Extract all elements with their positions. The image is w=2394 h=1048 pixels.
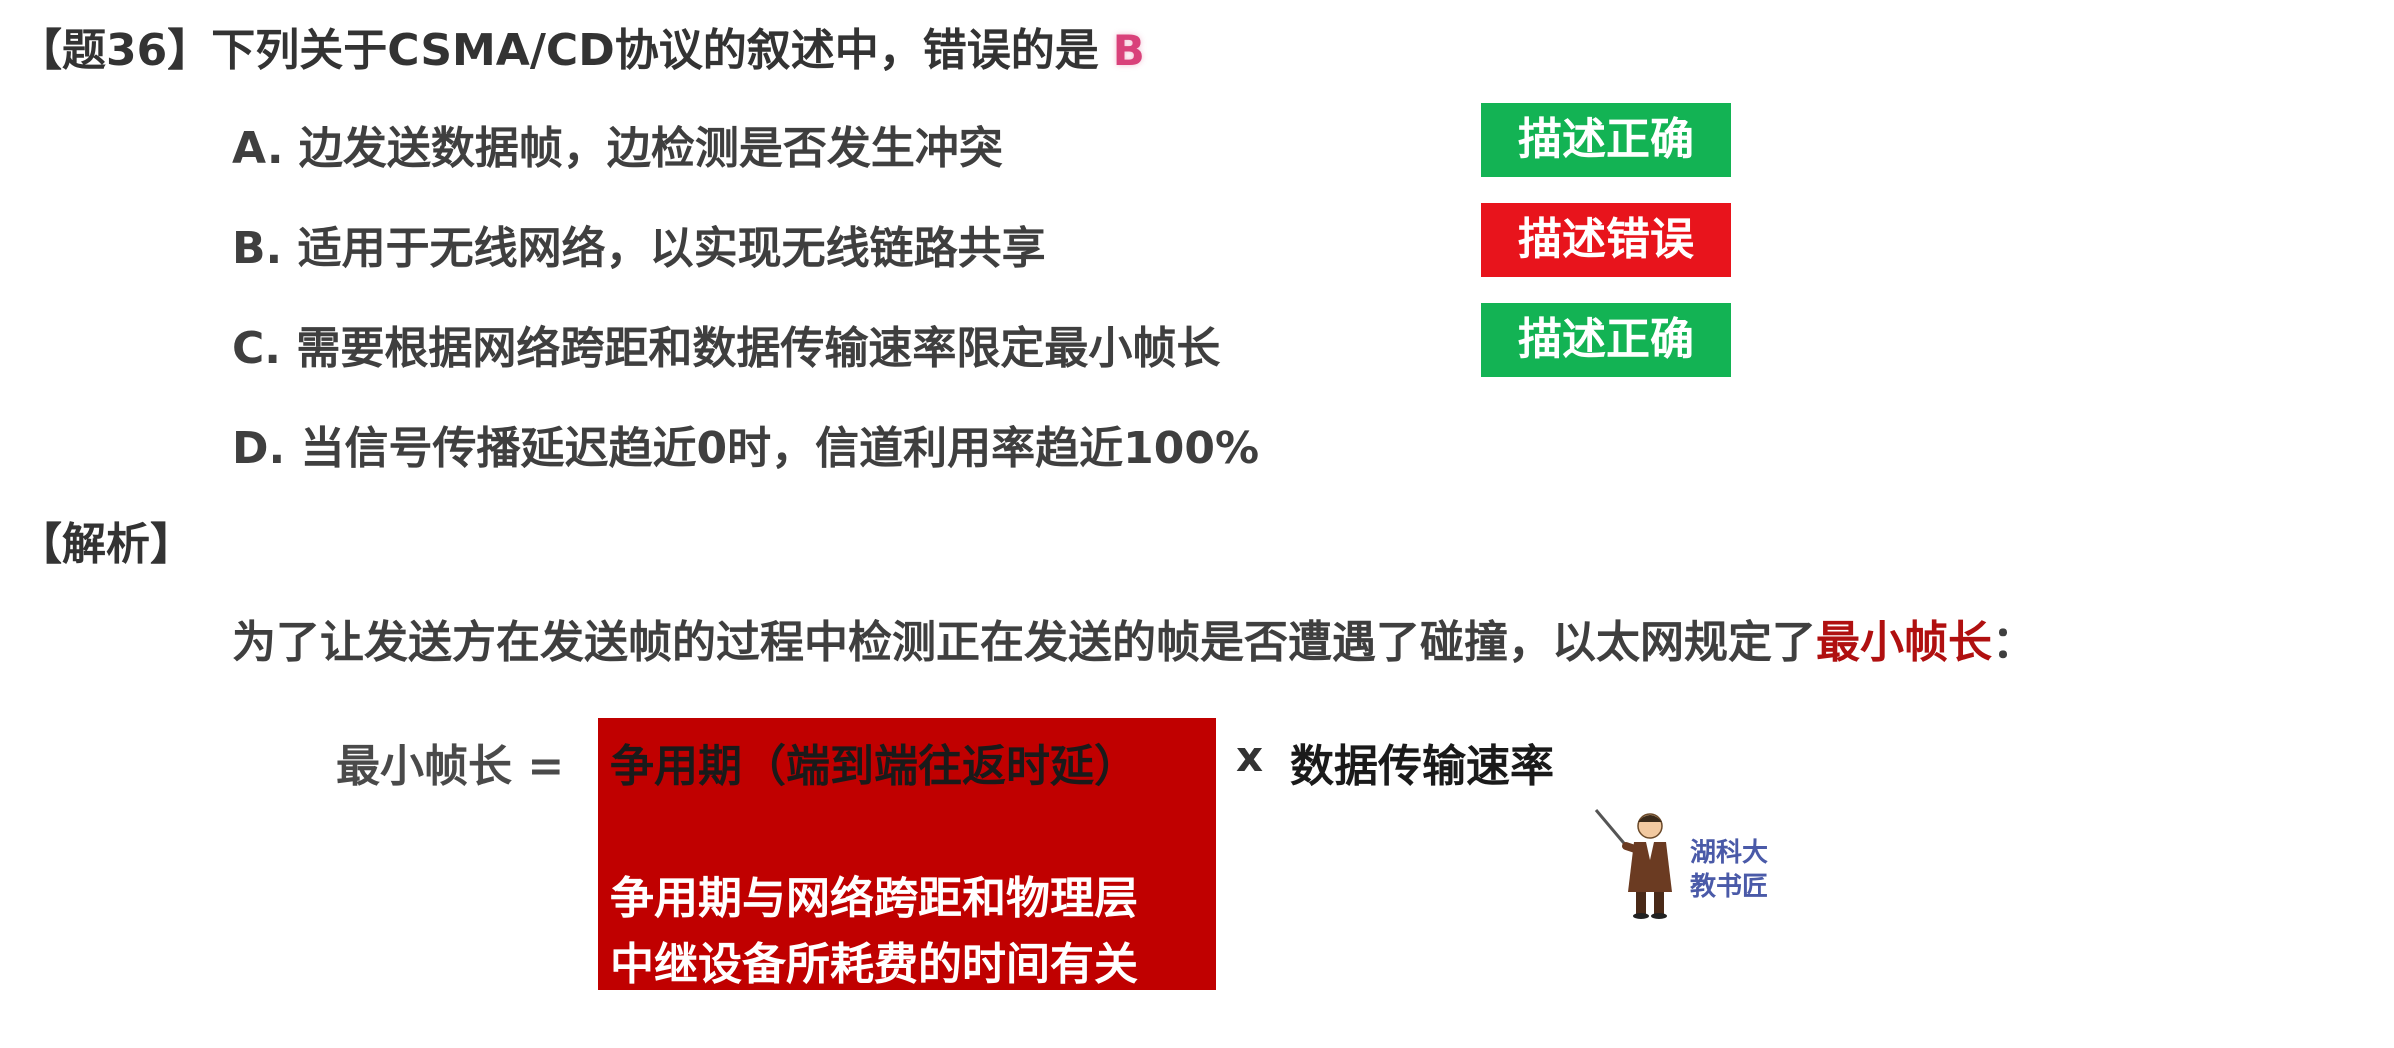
option-d: D. 当信号传播延迟趋近0时，信道利用率趋近100%: [232, 423, 1260, 474]
option-c: C. 需要根据网络跨距和数据传输速率限定最小帧长: [232, 323, 1221, 374]
contention-period-note-line1: 争用期与网络跨距和物理层: [610, 873, 1138, 924]
watermark-line2: 教书匠: [1690, 872, 1769, 902]
answer-letter: B: [1112, 26, 1145, 75]
verdict-badge-a: 描述正确: [1481, 103, 1731, 177]
explanation-text: 为了让发送方在发送帧的过程中检测正在发送的帧是否遭遇了碰撞，以太网规定了: [232, 617, 1816, 668]
option-a: A. 边发送数据帧，边检测是否发生冲突: [232, 123, 1003, 174]
analysis-explanation: 为了让发送方在发送帧的过程中检测正在发送的帧是否遭遇了碰撞，以太网规定了最小帧长…: [232, 606, 2036, 670]
question-text: 【题36】下列关于CSMA/CD协议的叙述中，错误的是: [18, 25, 1099, 76]
watermark-line1: 湖科大: [1690, 838, 1769, 868]
question-title: 【题36】下列关于CSMA/CD协议的叙述中，错误的是 B: [18, 14, 1145, 78]
explanation-colon: ：: [1992, 617, 2036, 668]
analysis-heading: 【解析】: [18, 519, 194, 570]
formula-left-term: 最小帧长 =: [336, 741, 565, 792]
contention-period-label: 争用期（端到端往返时延）: [610, 741, 1138, 792]
contention-period-note-line2: 中继设备所耗费的时间有关: [610, 939, 1138, 990]
verdict-badge-c: 描述正确: [1481, 303, 1731, 377]
option-b: B. 适用于无线网络，以实现无线链路共享: [232, 223, 1046, 274]
verdict-badge-b: 描述错误: [1481, 203, 1731, 277]
explanation-highlight: 最小帧长: [1816, 617, 1992, 668]
formula-right-term: 数据传输速率: [1290, 741, 1554, 792]
multiply-operator: x: [1236, 732, 1264, 781]
teacher-mascot-icon: [1594, 809, 1672, 919]
